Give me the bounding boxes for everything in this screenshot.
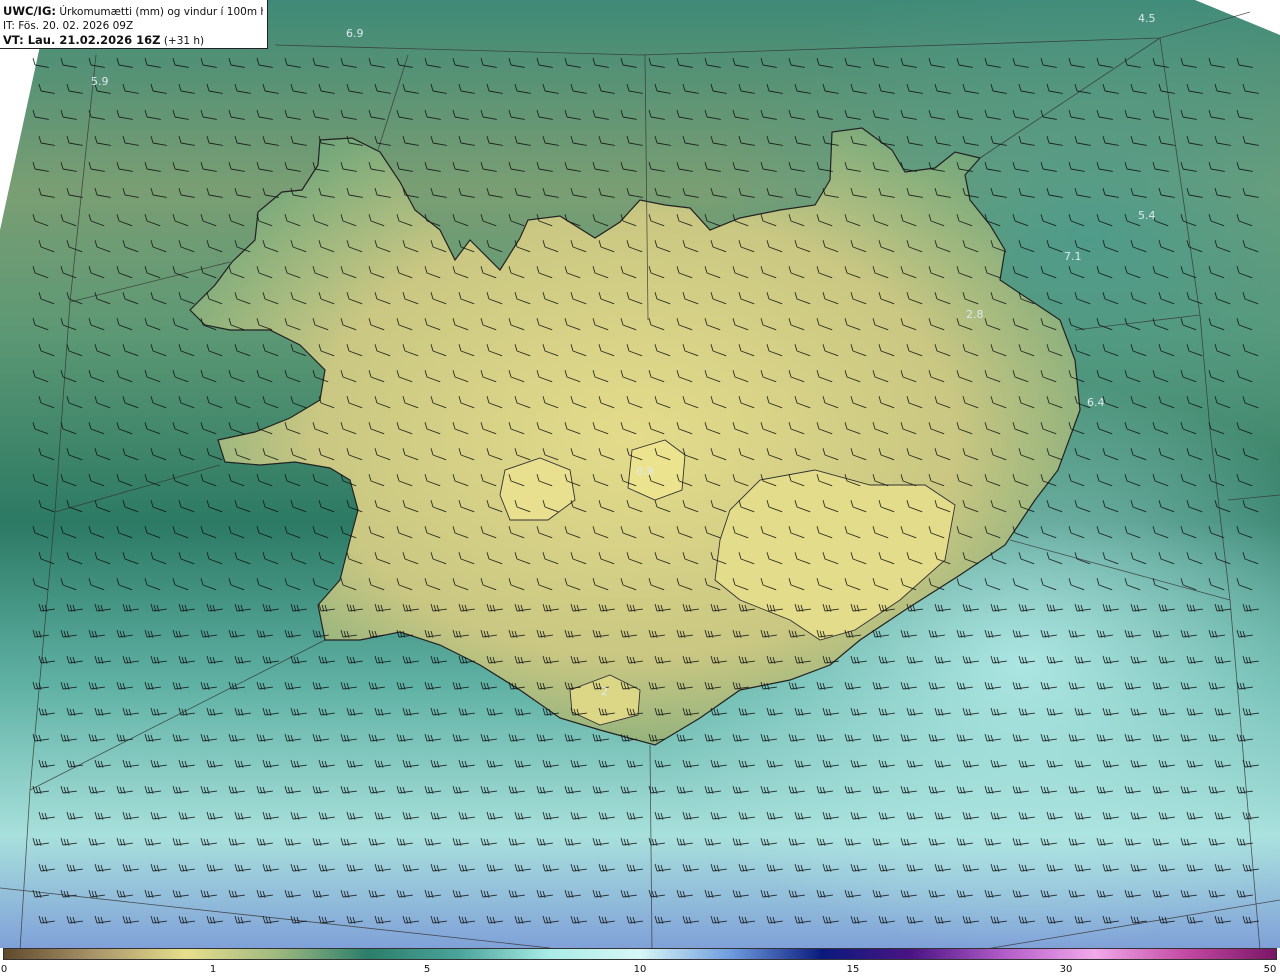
- value-label: 0.9: [636, 465, 654, 478]
- value-label: 5.9: [91, 75, 109, 88]
- colorbar-tick: 1: [209, 964, 217, 975]
- colorbar-tick: 10: [633, 964, 647, 975]
- colorbar: [3, 948, 1277, 960]
- header-title-line: UWC/IG: Úrkomumætti (mm) og vindur í 100…: [3, 4, 263, 19]
- value-label: 6.4: [1087, 396, 1105, 409]
- init-time: IT: Fös. 20. 02. 2026 09Z: [3, 20, 134, 32]
- colorbar-tick: 50: [1263, 964, 1277, 975]
- value-label: 2: [601, 685, 608, 698]
- colorbar-tick: 5: [423, 964, 431, 975]
- colorbar-tick: 0: [0, 964, 8, 975]
- value-label: 6.9: [346, 27, 364, 40]
- colorbar-tick: 15: [846, 964, 860, 975]
- map-title: Úrkomumætti (mm) og vindur í 100m hæð: [59, 6, 263, 18]
- map-canvas: 4.5 6.9 5.9 5.4 7.1 2.8 6.4 0.9 2: [0, 0, 1280, 950]
- forecast-map: 4.5 6.9 5.9 5.4 7.1 2.8 6.4 0.9 2 UWC/IG…: [0, 0, 1280, 978]
- lead-time: (+31 h): [163, 35, 205, 47]
- value-label: 5.4: [1138, 209, 1156, 222]
- valid-time: VT: Lau. 21.02.2026 16Z: [3, 33, 161, 47]
- value-label: 2.8: [966, 308, 984, 321]
- colorbar-area: 0 1 5 10 15 30 50: [0, 948, 1280, 978]
- model-name: UWC/IG:: [3, 4, 56, 18]
- valid-time-line: VT: Lau. 21.02.2026 16Z (+31 h): [3, 33, 263, 48]
- colorbar-tick: 30: [1059, 964, 1073, 975]
- value-label: 4.5: [1138, 12, 1156, 25]
- value-label: 7.1: [1064, 250, 1082, 263]
- header-box: UWC/IG: Úrkomumætti (mm) og vindur í 100…: [0, 0, 268, 49]
